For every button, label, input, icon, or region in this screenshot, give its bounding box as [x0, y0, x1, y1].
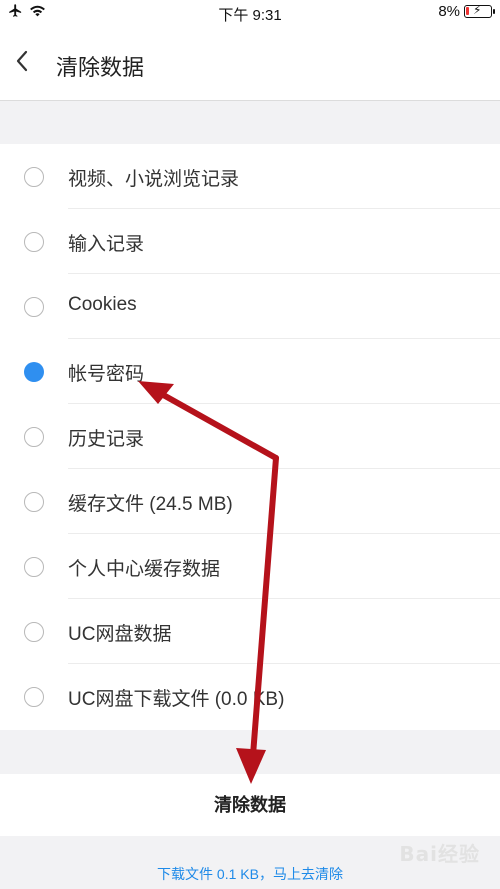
nav-bar: 清除数据	[0, 24, 500, 101]
radio-button[interactable]	[24, 297, 44, 317]
option-label: 输入记录	[68, 234, 145, 255]
section-gap	[0, 101, 500, 144]
back-button[interactable]	[10, 46, 36, 76]
option-label: UC网盘下载文件 (0.0 KB)	[68, 689, 285, 710]
option-label: 帐号密码	[68, 364, 145, 385]
radio-button[interactable]	[24, 167, 44, 187]
option-account-password[interactable]: 帐号密码	[0, 339, 500, 404]
radio-button[interactable]	[24, 557, 44, 577]
radio-button[interactable]	[24, 492, 44, 512]
option-label: 个人中心缓存数据	[68, 559, 221, 580]
status-bar: 下午 9:31 8% ⚡	[0, 0, 500, 24]
option-uc-cloud-downloads[interactable]: UC网盘下载文件 (0.0 KB)	[0, 664, 500, 729]
radio-button[interactable]	[24, 687, 44, 707]
battery-icon: ⚡	[464, 3, 495, 18]
option-cache-files[interactable]: 缓存文件 (24.5 MB)	[0, 469, 500, 534]
radio-button[interactable]	[24, 427, 44, 447]
option-uc-cloud-data[interactable]: UC网盘数据	[0, 599, 500, 664]
radio-button-checked[interactable]	[24, 362, 44, 382]
status-time: 下午 9:31	[218, 7, 282, 24]
option-cookies[interactable]: Cookies	[0, 274, 500, 339]
page-title: 清除数据	[56, 55, 145, 80]
radio-button[interactable]	[24, 622, 44, 642]
chevron-left-icon	[16, 50, 28, 72]
option-label: 视频、小说浏览记录	[68, 169, 240, 190]
option-browse-history[interactable]: 历史记录	[0, 404, 500, 469]
baidu-jingyan-watermark: Bai经验	[399, 842, 480, 866]
option-label: 历史记录	[68, 429, 145, 450]
option-label: 缓存文件 (24.5 MB)	[68, 494, 233, 515]
option-label: UC网盘数据	[68, 624, 172, 645]
radio-button[interactable]	[24, 232, 44, 252]
option-label: Cookies	[68, 294, 137, 315]
clear-data-button[interactable]: 清除数据	[0, 774, 500, 836]
options-list: 视频、小说浏览记录 输入记录 Cookies 帐号密码 历史记录 缓存文件 (2…	[0, 144, 500, 730]
status-right: 8% ⚡	[438, 3, 495, 20]
option-input-history[interactable]: 输入记录	[0, 209, 500, 274]
download-files-clear-link[interactable]: 下载文件 0.1 KB，马上去清除	[0, 864, 500, 884]
option-personal-center-cache[interactable]: 个人中心缓存数据	[0, 534, 500, 599]
battery-percent: 8%	[438, 3, 460, 20]
option-video-novel-history[interactable]: 视频、小说浏览记录	[0, 144, 500, 209]
section-gap	[0, 730, 500, 774]
